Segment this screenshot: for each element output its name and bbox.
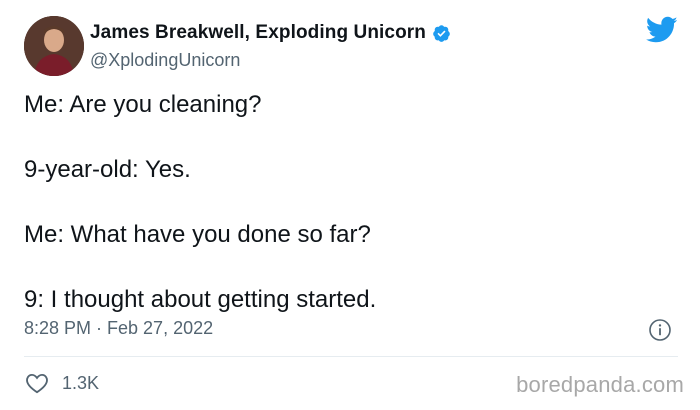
divider xyxy=(24,356,678,357)
heart-icon[interactable] xyxy=(24,370,50,396)
watermark: boredpanda.com xyxy=(516,372,684,397)
verified-badge-icon xyxy=(432,24,451,43)
tweet-line: Me: Are you cleaning? xyxy=(24,91,262,118)
avatar[interactable] xyxy=(24,16,84,76)
author-handle[interactable]: @XplodingUnicorn xyxy=(90,50,240,71)
author-name-row: James Breakwell, Exploding Unicorn xyxy=(90,22,451,44)
tweet-card: James Breakwell, Exploding Unicorn @Xplo… xyxy=(0,0,700,410)
info-icon[interactable] xyxy=(648,318,672,342)
tweet-line: 9-year-old: Yes. xyxy=(24,156,191,183)
tweet-line: 9: I thought about getting started. xyxy=(24,286,377,313)
tweet-line: Me: What have you done so far? xyxy=(24,221,371,248)
author-display-name[interactable]: James Breakwell, Exploding Unicorn xyxy=(90,22,426,44)
like-count: 1.3K xyxy=(62,372,100,393)
twitter-bird-icon[interactable] xyxy=(646,16,678,44)
like-button[interactable]: 1.3K xyxy=(24,370,99,396)
tweet-body: Me: Are you cleaning? 9-year-old: Yes. M… xyxy=(24,90,664,315)
tweet-timestamp[interactable]: 8:28 PM · Feb 27, 2022 xyxy=(24,318,213,339)
